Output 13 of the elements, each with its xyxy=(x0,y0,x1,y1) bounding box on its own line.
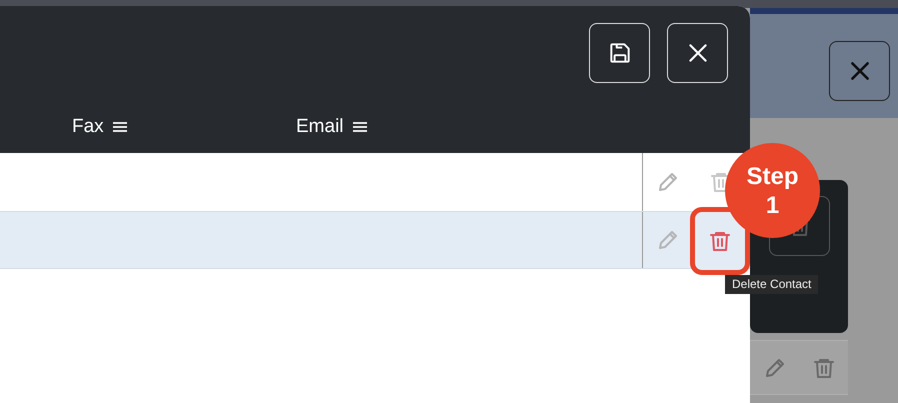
delete-button[interactable] xyxy=(690,207,750,275)
menu-icon[interactable] xyxy=(352,120,368,134)
trash-icon xyxy=(708,229,732,253)
tooltip: Delete Contact xyxy=(725,275,818,294)
step-label: Step xyxy=(746,162,798,190)
pencil-icon xyxy=(656,170,680,194)
column-header: Email xyxy=(296,115,344,139)
column-header: Fax xyxy=(72,115,104,139)
table-row[interactable] xyxy=(0,212,750,269)
step-number: 1 xyxy=(766,190,780,220)
menu-icon[interactable] xyxy=(112,120,128,134)
save-button[interactable] xyxy=(589,23,650,83)
pencil-icon xyxy=(656,228,680,252)
